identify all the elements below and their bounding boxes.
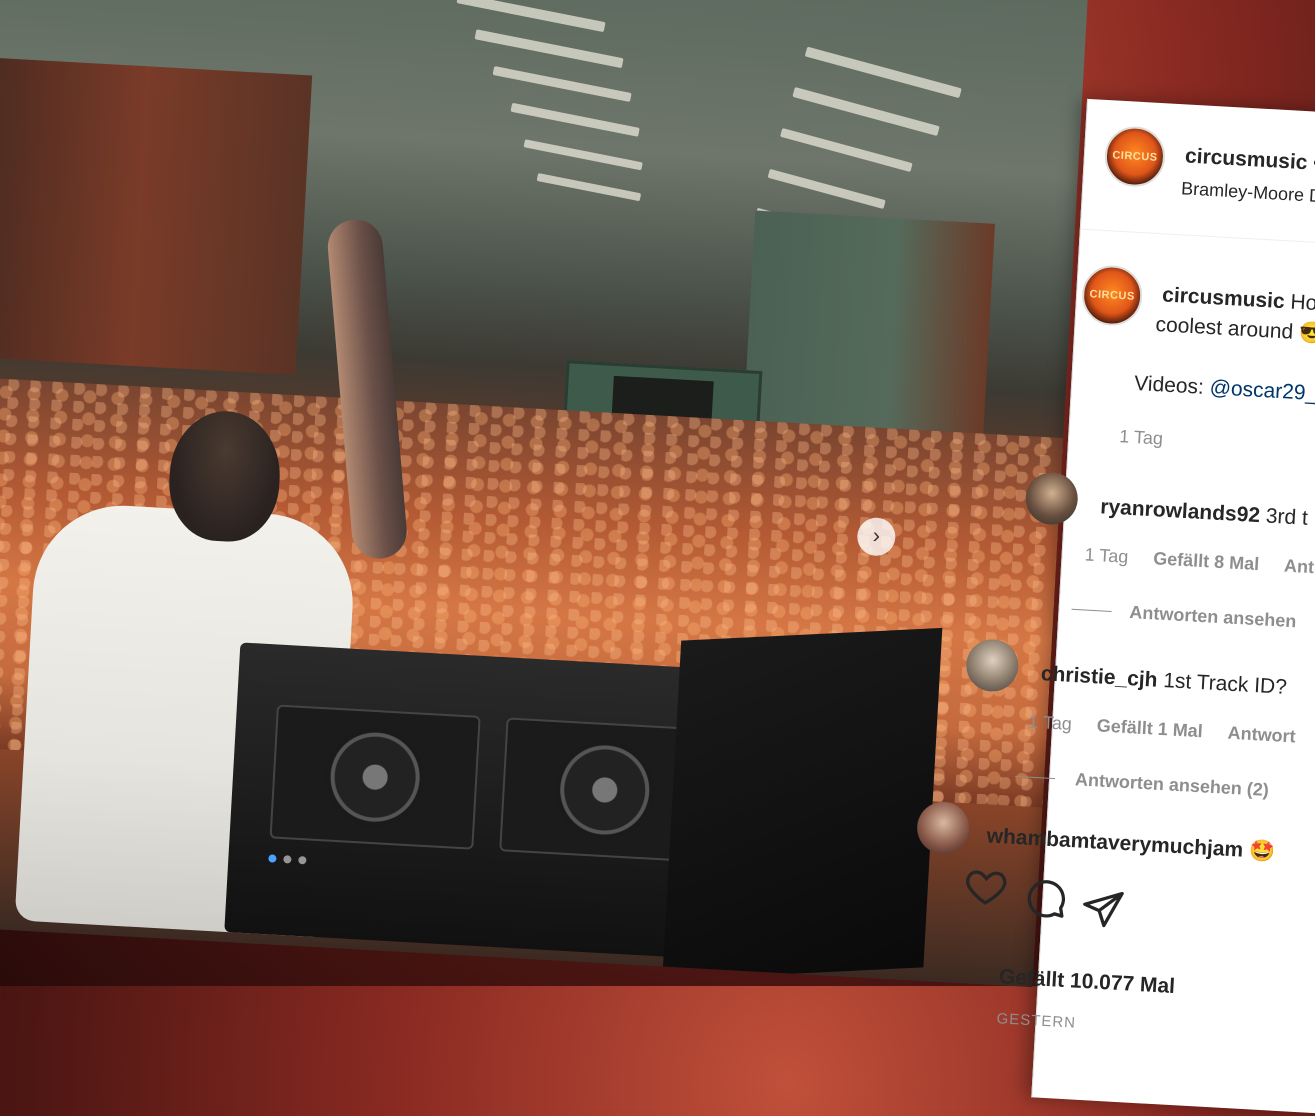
carousel-dot (283, 855, 292, 864)
roof-light (456, 0, 606, 33)
roof-light (474, 29, 624, 69)
warehouse-wall (0, 57, 313, 376)
caption-username[interactable]: circusmusic (1162, 283, 1286, 313)
post-sidebar: CIRCUS circusmusic • Bramley-Moore D CIR… (915, 98, 1315, 1116)
comment-likes[interactable]: Gefällt 8 Mal (1153, 548, 1260, 574)
comment: christie_cjh 1st Track ID? (1040, 662, 1288, 699)
view-replies-button[interactable]: Antworten ansehen (1129, 602, 1297, 632)
post-date: GESTERN (996, 1010, 1077, 1032)
comment-username[interactable]: christie_cjh (1040, 662, 1158, 691)
carousel-dot (298, 855, 307, 865)
roof-light (767, 168, 886, 210)
roof-light (792, 87, 940, 136)
caption-videos: Videos: @oscar29_ (1134, 372, 1315, 406)
post-viewer: › CIRCUS circusmusic • Bramley-Moore D C… (0, 0, 1315, 1116)
comment-icon[interactable] (1022, 875, 1068, 921)
view-replies-button[interactable]: Antworten ansehen (2) (1074, 769, 1270, 801)
share-icon[interactable] (1080, 886, 1126, 932)
post-location[interactable]: Bramley-Moore D (1181, 178, 1315, 207)
mention-link[interactable]: @oscar29_ (1209, 376, 1315, 405)
caption-avatar[interactable]: CIRCUS (1080, 263, 1144, 328)
reply-button[interactable]: Antwort (1227, 723, 1296, 747)
roof-light (804, 46, 962, 99)
comment-meta: 1 Tag Gefällt 8 Mal Ant (1084, 544, 1315, 578)
carousel-dot (268, 854, 277, 863)
likes-count[interactable]: Gefällt 10.077 Mal (998, 965, 1175, 999)
caption-age: 1 Tag (1118, 426, 1164, 449)
roof-light (523, 139, 643, 171)
speaker (662, 627, 943, 981)
avatar[interactable]: CIRCUS (1103, 124, 1167, 189)
roof-light (492, 65, 632, 103)
roof-light (510, 102, 640, 137)
comment-meta: 1 Tag Gefällt 1 Mal Antwort (1027, 711, 1297, 747)
caption-line2: coolest around 😎 (1154, 313, 1315, 346)
caption: circusmusic Hot (1161, 283, 1315, 316)
heart-icon[interactable] (963, 863, 1009, 909)
replies-divider (1071, 608, 1112, 612)
comment-username[interactable]: ryanrowlands92 (1100, 495, 1261, 527)
post-header: CIRCUS circusmusic • Bramley-Moore D (1080, 98, 1315, 249)
comment: ryanrowlands92 3rd t (1099, 495, 1309, 530)
comment-likes[interactable]: Gefällt 1 Mal (1096, 715, 1203, 741)
roof-light (536, 173, 642, 202)
roof-light (780, 127, 913, 173)
reply-button[interactable]: Ant (1284, 556, 1315, 578)
post-username[interactable]: circusmusic • (1184, 144, 1315, 176)
